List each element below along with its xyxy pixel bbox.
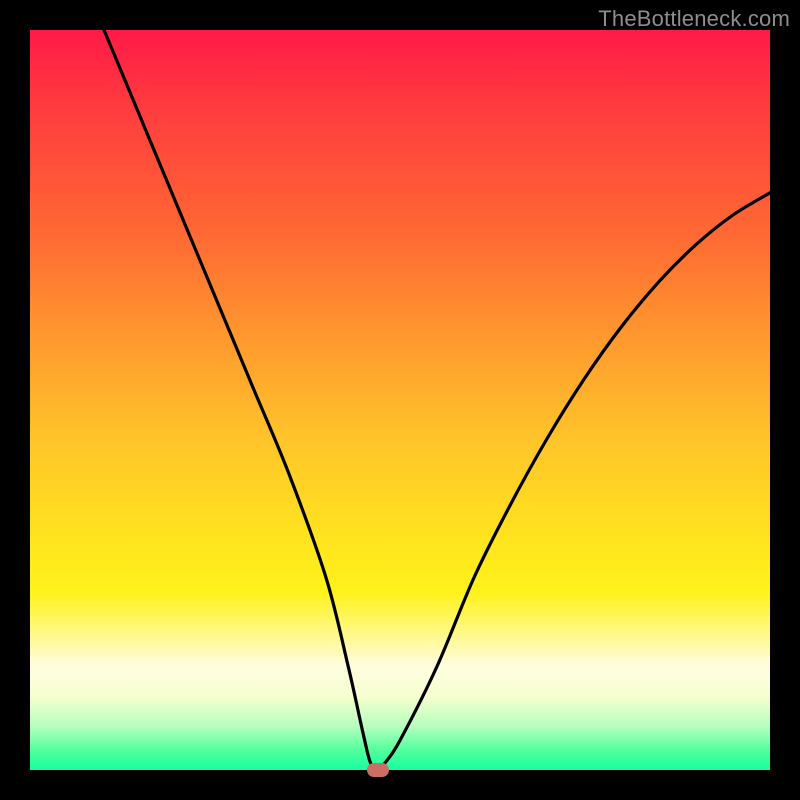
minimum-marker-icon [367,763,389,777]
chart-frame: TheBottleneck.com [0,0,800,800]
watermark-label: TheBottleneck.com [598,6,790,32]
plot-area [30,30,770,770]
bottleneck-curve [30,30,770,770]
